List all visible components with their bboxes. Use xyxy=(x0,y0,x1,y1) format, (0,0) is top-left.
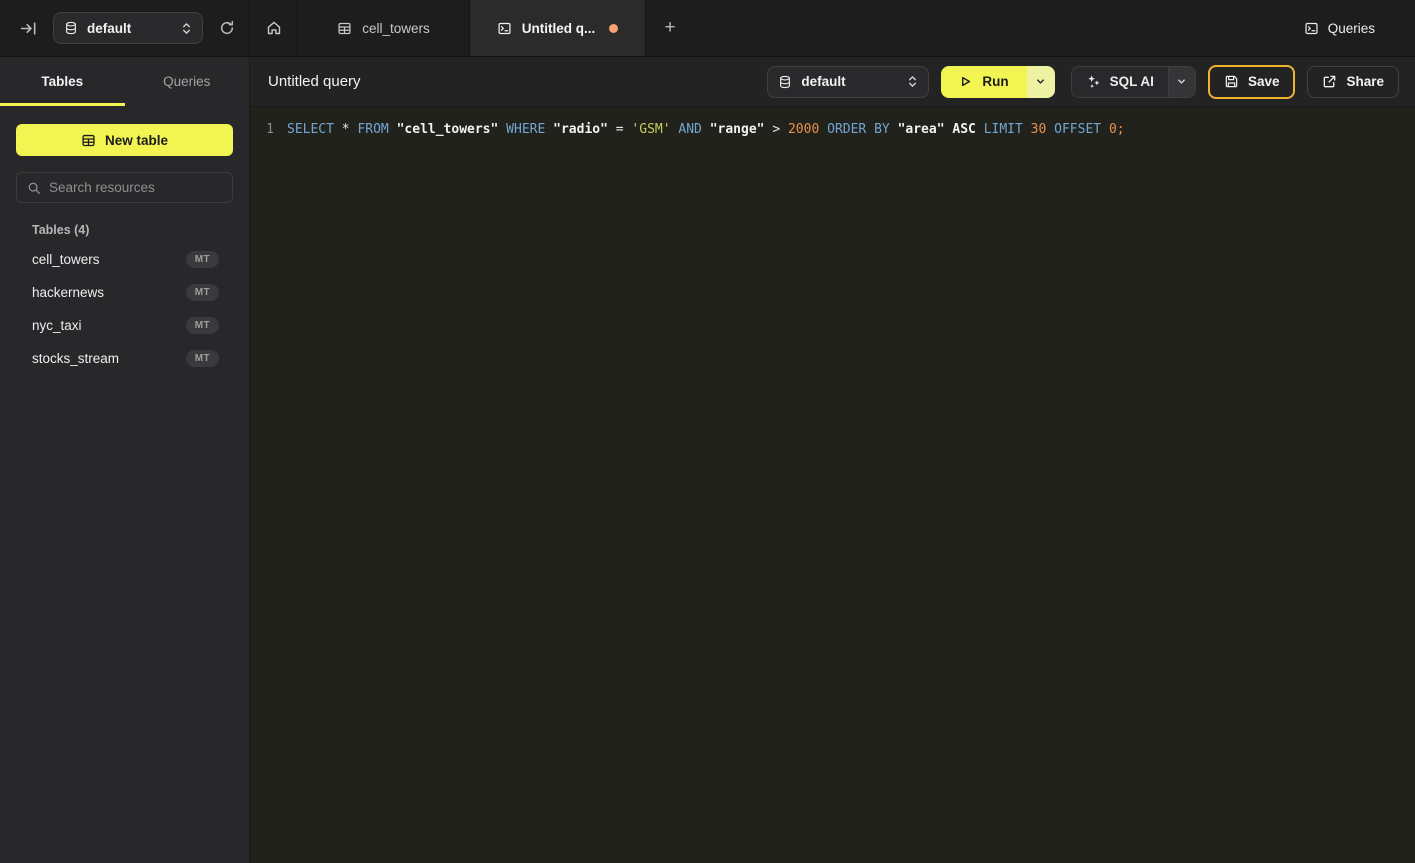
table-list: cell_towers MT hackernews MT nyc_taxi MT… xyxy=(0,243,249,375)
sidebar-tab-label: Tables xyxy=(41,74,83,89)
sparkles-icon xyxy=(1086,74,1101,89)
tab-label: Untitled q... xyxy=(522,21,596,36)
topbar: default cell_towers xyxy=(0,0,1415,57)
table-icon xyxy=(81,133,96,148)
table-item-hackernews[interactable]: hackernews MT xyxy=(0,276,249,309)
search-icon xyxy=(27,181,41,195)
table-item-nyc-taxi[interactable]: nyc_taxi MT xyxy=(0,309,249,342)
chevron-down-icon xyxy=(1035,76,1046,87)
search-input[interactable] xyxy=(49,180,222,195)
chevron-down-icon xyxy=(1176,76,1187,87)
database-icon xyxy=(64,21,78,35)
table-item-cell-towers[interactable]: cell_towers MT xyxy=(0,243,249,276)
topbar-tabs: cell_towers Untitled q... + xyxy=(250,0,694,56)
table-engine-badge: MT xyxy=(186,350,219,367)
code-line: 1 SELECT * FROM "cell_towers" WHERE "rad… xyxy=(250,120,1415,140)
table-name: nyc_taxi xyxy=(32,318,82,333)
table-name: hackernews xyxy=(32,285,104,300)
table-icon xyxy=(337,21,352,36)
home-icon xyxy=(266,20,282,36)
updown-chevron-icon xyxy=(907,74,918,89)
collapse-sidebar-icon xyxy=(20,20,37,37)
tab-untitled-query[interactable]: Untitled q... xyxy=(470,0,646,56)
collapse-sidebar-button[interactable] xyxy=(18,18,39,39)
tables-section-title: Tables (4) xyxy=(32,223,233,237)
sql-ai-button-label: SQL AI xyxy=(1110,74,1154,89)
topbar-database-selector[interactable]: default xyxy=(53,12,203,44)
tab-home[interactable] xyxy=(250,0,298,56)
table-engine-badge: MT xyxy=(186,251,219,268)
sql-ai-options-button[interactable] xyxy=(1168,67,1195,97)
tab-cell-towers[interactable]: cell_towers xyxy=(298,0,470,56)
queries-button[interactable]: Queries xyxy=(1304,0,1415,56)
tab-label: cell_towers xyxy=(362,21,430,36)
sidebar-tab-label: Queries xyxy=(163,74,210,89)
run-button-label: Run xyxy=(982,74,1008,89)
table-item-stocks-stream[interactable]: stocks_stream MT xyxy=(0,342,249,375)
app-window: default cell_towers xyxy=(0,0,1415,863)
topbar-database-value: default xyxy=(87,21,131,36)
run-options-button[interactable] xyxy=(1027,66,1055,98)
sql-editor[interactable]: 1 SELECT * FROM "cell_towers" WHERE "rad… xyxy=(250,107,1415,863)
sql-ai-button-group: SQL AI xyxy=(1071,66,1196,98)
share-icon xyxy=(1322,74,1337,89)
refresh-icon xyxy=(219,20,235,36)
share-button[interactable]: Share xyxy=(1307,66,1399,98)
table-name: cell_towers xyxy=(32,252,100,267)
toolbar-database-selector[interactable]: default xyxy=(767,66,929,98)
new-table-button[interactable]: New table xyxy=(16,124,233,156)
queries-icon xyxy=(1304,21,1319,36)
sidebar-tab-queries[interactable]: Queries xyxy=(125,57,250,106)
main-panel: Untitled query default Run xyxy=(250,57,1415,863)
run-button[interactable]: Run xyxy=(941,66,1026,98)
table-engine-badge: MT xyxy=(186,284,219,301)
save-button[interactable]: Save xyxy=(1208,65,1296,99)
query-icon xyxy=(497,21,512,36)
sidebar-tabs: Tables Queries xyxy=(0,57,249,106)
updown-chevron-icon xyxy=(181,21,192,36)
table-name: stocks_stream xyxy=(32,351,119,366)
play-icon xyxy=(959,75,972,88)
sidebar: Tables Queries New table Tables (4) xyxy=(0,57,250,863)
sql-ai-button[interactable]: SQL AI xyxy=(1072,67,1168,97)
sql-code: SELECT * FROM "cell_towers" WHERE "radio… xyxy=(287,120,1125,140)
search-box xyxy=(16,172,233,203)
database-icon xyxy=(778,75,792,89)
topbar-left: default xyxy=(0,0,250,56)
save-button-label: Save xyxy=(1248,74,1280,89)
queries-button-label: Queries xyxy=(1328,21,1375,36)
table-engine-badge: MT xyxy=(186,317,219,334)
line-number: 1 xyxy=(250,120,274,140)
query-title: Untitled query xyxy=(268,73,361,90)
toolbar-database-value: default xyxy=(801,74,845,89)
new-tab-button[interactable]: + xyxy=(646,0,694,56)
sidebar-tab-tables[interactable]: Tables xyxy=(0,57,125,106)
unsaved-indicator-dot xyxy=(609,24,618,33)
refresh-button[interactable] xyxy=(217,18,237,38)
new-table-label: New table xyxy=(105,133,168,148)
save-icon xyxy=(1224,74,1239,89)
share-button-label: Share xyxy=(1346,74,1384,89)
run-button-group: Run xyxy=(941,66,1054,98)
query-toolbar: Untitled query default Run xyxy=(250,57,1415,107)
topbar-spacer xyxy=(694,0,1304,56)
